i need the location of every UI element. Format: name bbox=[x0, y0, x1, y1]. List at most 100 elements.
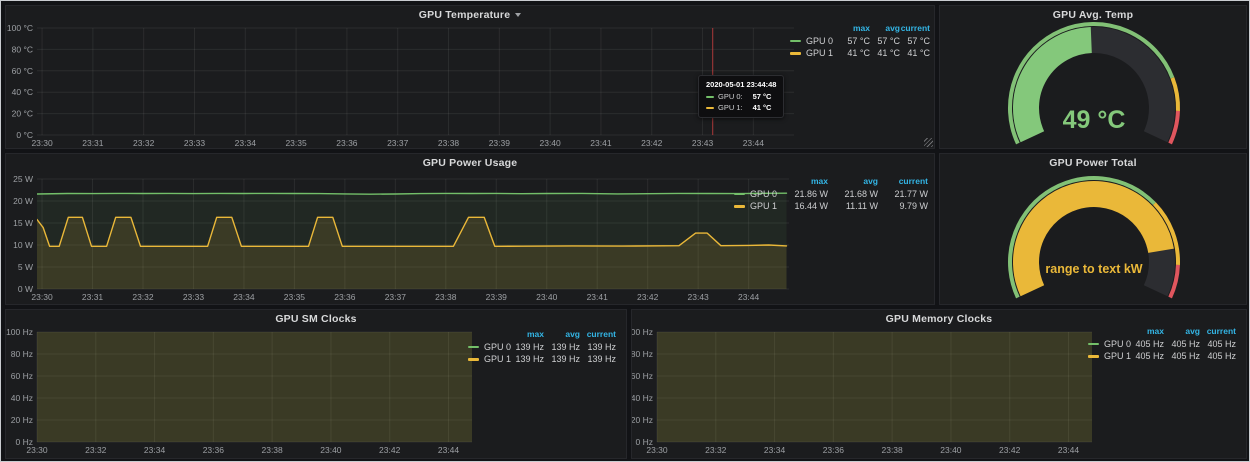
legend-series-gpu-0[interactable]: GPU 0 bbox=[468, 342, 508, 352]
legend-stat-value: 139 Hz bbox=[544, 342, 580, 352]
x-axis-tick-label: 23:32 bbox=[85, 445, 107, 455]
panel-menu-caret-icon[interactable] bbox=[515, 13, 521, 17]
x-axis-tick-label: 23:34 bbox=[764, 445, 786, 455]
legend-col-header-current[interactable]: current bbox=[580, 329, 616, 339]
legend-stat-value: 139 Hz bbox=[544, 354, 580, 364]
legend-stat-value: 41 °C bbox=[900, 48, 930, 58]
x-axis-tick-label: 23:38 bbox=[438, 138, 460, 148]
panel-title-gpu-sm-clocks[interactable]: GPU SM Clocks bbox=[6, 313, 626, 325]
series-color-swatch bbox=[734, 193, 745, 196]
legend-col-header-avg[interactable]: avg bbox=[544, 329, 580, 339]
x-axis-tick-label: 23:30 bbox=[646, 445, 668, 455]
legend-stat-value: 405 Hz bbox=[1200, 351, 1236, 361]
x-axis-tick-label: 23:40 bbox=[536, 292, 558, 302]
legend-col-header-avg[interactable]: avg bbox=[828, 176, 878, 186]
x-axis-tick-label: 23:30 bbox=[31, 292, 53, 302]
panel-title-gpu-memory-clocks[interactable]: GPU Memory Clocks bbox=[632, 313, 1246, 325]
x-axis-tick-label: 23:44 bbox=[438, 445, 460, 455]
y-axis-tick-label: 80 Hz bbox=[11, 349, 33, 359]
x-axis-tick-label: 23:31 bbox=[82, 138, 104, 148]
legend-series-gpu-0[interactable]: GPU 0 bbox=[734, 189, 778, 199]
legend-col-header-max[interactable]: max bbox=[508, 329, 544, 339]
panel-title-gpu-power-usage[interactable]: GPU Power Usage bbox=[6, 157, 934, 169]
x-axis-tick-label: 23:41 bbox=[590, 138, 612, 148]
x-axis-tick-label: 23:37 bbox=[387, 138, 409, 148]
x-axis-tick-label: 23:36 bbox=[336, 138, 358, 148]
legend-stat-value: 9.79 W bbox=[878, 201, 928, 211]
gpu-power-usage-legend: maxavgcurrentGPU 021.86 W21.68 W21.77 WG… bbox=[734, 175, 928, 213]
tooltip-series-name: GPU 0: bbox=[718, 92, 743, 101]
legend-col-header-max[interactable]: max bbox=[840, 23, 870, 33]
y-axis-tick-label: 60 Hz bbox=[11, 371, 33, 381]
x-axis-tick-label: 23:33 bbox=[184, 138, 206, 148]
legend-stat-value: 405 Hz bbox=[1128, 339, 1164, 349]
x-axis-tick-label: 23:43 bbox=[692, 138, 714, 148]
series-color-swatch bbox=[468, 346, 479, 349]
x-axis-tick-label: 23:30 bbox=[26, 445, 48, 455]
series-color-swatch bbox=[468, 358, 479, 361]
legend-series-gpu-1[interactable]: GPU 1 bbox=[734, 201, 778, 211]
legend-stat-value: 41 °C bbox=[870, 48, 900, 58]
x-axis-tick-label: 23:40 bbox=[320, 445, 342, 455]
panel-title-gpu-avg-temp[interactable]: GPU Avg. Temp bbox=[940, 9, 1246, 21]
y-axis-tick-label: 20 W bbox=[13, 196, 33, 206]
legend-stat-value: 21.86 W bbox=[778, 189, 828, 199]
x-axis-tick-label: 23:34 bbox=[144, 445, 166, 455]
x-axis-tick-label: 23:32 bbox=[132, 292, 154, 302]
legend-col-header-avg[interactable]: avg bbox=[870, 23, 900, 33]
tooltip-series-name: GPU 1: bbox=[718, 103, 743, 112]
legend-stat-value: 57 °C bbox=[900, 36, 930, 46]
legend-col-header-max[interactable]: max bbox=[778, 176, 828, 186]
y-axis-tick-label: 100 °C bbox=[7, 23, 33, 33]
series-color-swatch bbox=[706, 96, 714, 98]
series-color-swatch bbox=[1088, 355, 1099, 358]
gpu_power_total-gauge-svg: range to text kW bbox=[940, 154, 1246, 304]
legend-col-header-current[interactable]: current bbox=[1200, 326, 1236, 336]
legend-stat-value: 139 Hz bbox=[508, 342, 544, 352]
x-axis-tick-label: 23:34 bbox=[235, 138, 257, 148]
y-axis-tick-label: 20 °C bbox=[12, 109, 33, 119]
x-axis-tick-label: 23:35 bbox=[284, 292, 306, 302]
panel-title-gpu-power-total[interactable]: GPU Power Total bbox=[940, 157, 1246, 169]
series-area-gpu-1 bbox=[657, 310, 1092, 442]
legend-series-gpu-1[interactable]: GPU 1 bbox=[1088, 351, 1128, 361]
legend-stat-value: 57 °C bbox=[870, 36, 900, 46]
x-axis-tick-label: 23:39 bbox=[486, 292, 508, 302]
x-axis-tick-label: 23:44 bbox=[1058, 445, 1080, 455]
x-axis-tick-label: 23:42 bbox=[637, 292, 659, 302]
gauge-value-text: 49 °C bbox=[1063, 106, 1126, 134]
x-axis-tick-label: 23:38 bbox=[261, 445, 283, 455]
panel-gpu-avg-temp: GPU Avg. Temp 49 °C bbox=[939, 5, 1247, 149]
legend-series-gpu-0[interactable]: GPU 0 bbox=[1088, 339, 1128, 349]
x-axis-tick-label: 23:33 bbox=[183, 292, 205, 302]
legend-series-gpu-1[interactable]: GPU 1 bbox=[468, 354, 508, 364]
x-axis-tick-label: 23:36 bbox=[823, 445, 845, 455]
panel-gpu-power-usage: GPU Power Usage 0 W5 W10 W15 W20 W25 W23… bbox=[5, 153, 935, 305]
x-axis-tick-label: 23:44 bbox=[743, 138, 765, 148]
gpu-memory-clocks-legend: maxavgcurrentGPU 0405 Hz405 Hz405 HzGPU … bbox=[1088, 325, 1236, 363]
tooltip-series-row: GPU 1: 41 °C bbox=[706, 103, 776, 112]
legend-stat-value: 405 Hz bbox=[1164, 339, 1200, 349]
x-axis-tick-label: 23:38 bbox=[881, 445, 903, 455]
series-color-swatch bbox=[706, 107, 714, 109]
legend-stat-value: 405 Hz bbox=[1164, 351, 1200, 361]
legend-stat-value: 139 Hz bbox=[508, 354, 544, 364]
y-axis-tick-label: 40 Hz bbox=[632, 393, 653, 403]
tooltip-series-value: 41 °C bbox=[753, 103, 772, 112]
legend-col-header-current[interactable]: current bbox=[878, 176, 928, 186]
x-axis-tick-label: 23:40 bbox=[539, 138, 561, 148]
panel-resize-handle[interactable] bbox=[924, 138, 933, 147]
legend-stat-value: 21.68 W bbox=[828, 189, 878, 199]
legend-col-header-avg[interactable]: avg bbox=[1164, 326, 1200, 336]
legend-col-header-max[interactable]: max bbox=[1128, 326, 1164, 336]
panel-title-gpu-temperature[interactable]: GPU Temperature bbox=[6, 9, 934, 21]
legend-col-header-current[interactable]: current bbox=[900, 23, 930, 33]
legend-series-gpu-0[interactable]: GPU 0 bbox=[790, 36, 840, 46]
x-axis-tick-label: 23:40 bbox=[940, 445, 962, 455]
legend-series-gpu-1[interactable]: GPU 1 bbox=[790, 48, 840, 58]
x-axis-tick-label: 23:37 bbox=[385, 292, 407, 302]
panel-title-text: GPU Temperature bbox=[419, 9, 511, 21]
tooltip-series-row: GPU 0:57 °C bbox=[706, 92, 776, 101]
series-color-swatch bbox=[1088, 343, 1099, 346]
y-axis-tick-label: 80 Hz bbox=[632, 349, 653, 359]
